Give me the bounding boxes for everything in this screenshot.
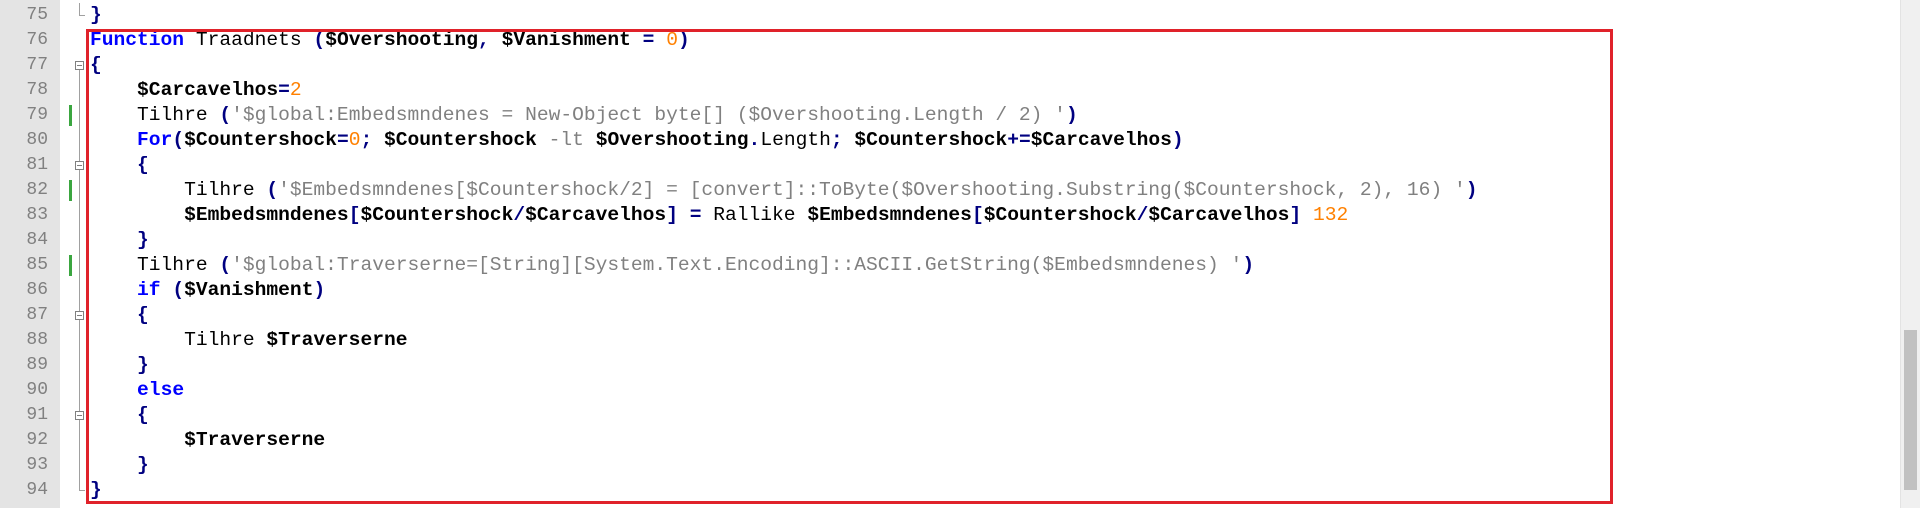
line-number: 90	[26, 380, 48, 400]
line-number: 85	[26, 255, 48, 275]
line-number: 78	[26, 80, 48, 100]
line-number: 93	[26, 455, 48, 475]
fold-guide	[79, 428, 80, 453]
code-text: }	[90, 3, 102, 28]
fold-toggle-icon[interactable]	[75, 61, 84, 70]
line-number: 81	[26, 155, 48, 175]
line-number: 87	[26, 305, 48, 325]
line-number: 77	[26, 55, 48, 75]
line-number: 84	[26, 230, 48, 250]
line-number: 79	[26, 105, 48, 125]
line-number: 75	[26, 5, 48, 25]
line-number: 89	[26, 355, 48, 375]
fold-guide	[79, 453, 80, 478]
line-number: 88	[26, 330, 48, 350]
code-editor[interactable]: 75} 76 Function Traadnets ($Overshooting, …	[0, 0, 1920, 508]
fold-guide	[79, 253, 80, 278]
line-number: 76	[26, 30, 48, 50]
line-number: 80	[26, 130, 48, 150]
fold-guide	[79, 3, 80, 16]
line-number: 83	[26, 205, 48, 225]
fold-guide	[79, 78, 80, 103]
line-number: 91	[26, 405, 48, 425]
line-number: 92	[26, 430, 48, 450]
line-number: 86	[26, 280, 48, 300]
fold-guide	[79, 353, 80, 378]
fold-guide	[79, 103, 80, 128]
change-marker	[69, 105, 72, 126]
fold-guide	[79, 203, 80, 228]
vertical-scrollbar[interactable]	[1900, 0, 1920, 508]
fold-guide	[79, 278, 80, 303]
change-marker	[69, 255, 72, 276]
fold-guide	[79, 378, 80, 403]
fold-toggle-icon[interactable]	[75, 311, 84, 320]
fold-toggle-icon[interactable]	[75, 161, 84, 170]
fold-guide	[79, 178, 80, 203]
code-token: }	[90, 4, 102, 26]
fold-guide	[79, 128, 80, 153]
fold-guide	[79, 228, 80, 253]
line-number: 94	[26, 480, 48, 500]
highlight-box	[86, 29, 1613, 504]
code-line[interactable]: 75}	[0, 3, 1860, 28]
fold-guide	[79, 328, 80, 353]
fold-end-marker	[79, 490, 85, 491]
scrollbar-thumb[interactable]	[1904, 330, 1917, 490]
change-marker	[69, 180, 72, 201]
fold-toggle-icon[interactable]	[75, 411, 84, 420]
line-number: 82	[26, 180, 48, 200]
